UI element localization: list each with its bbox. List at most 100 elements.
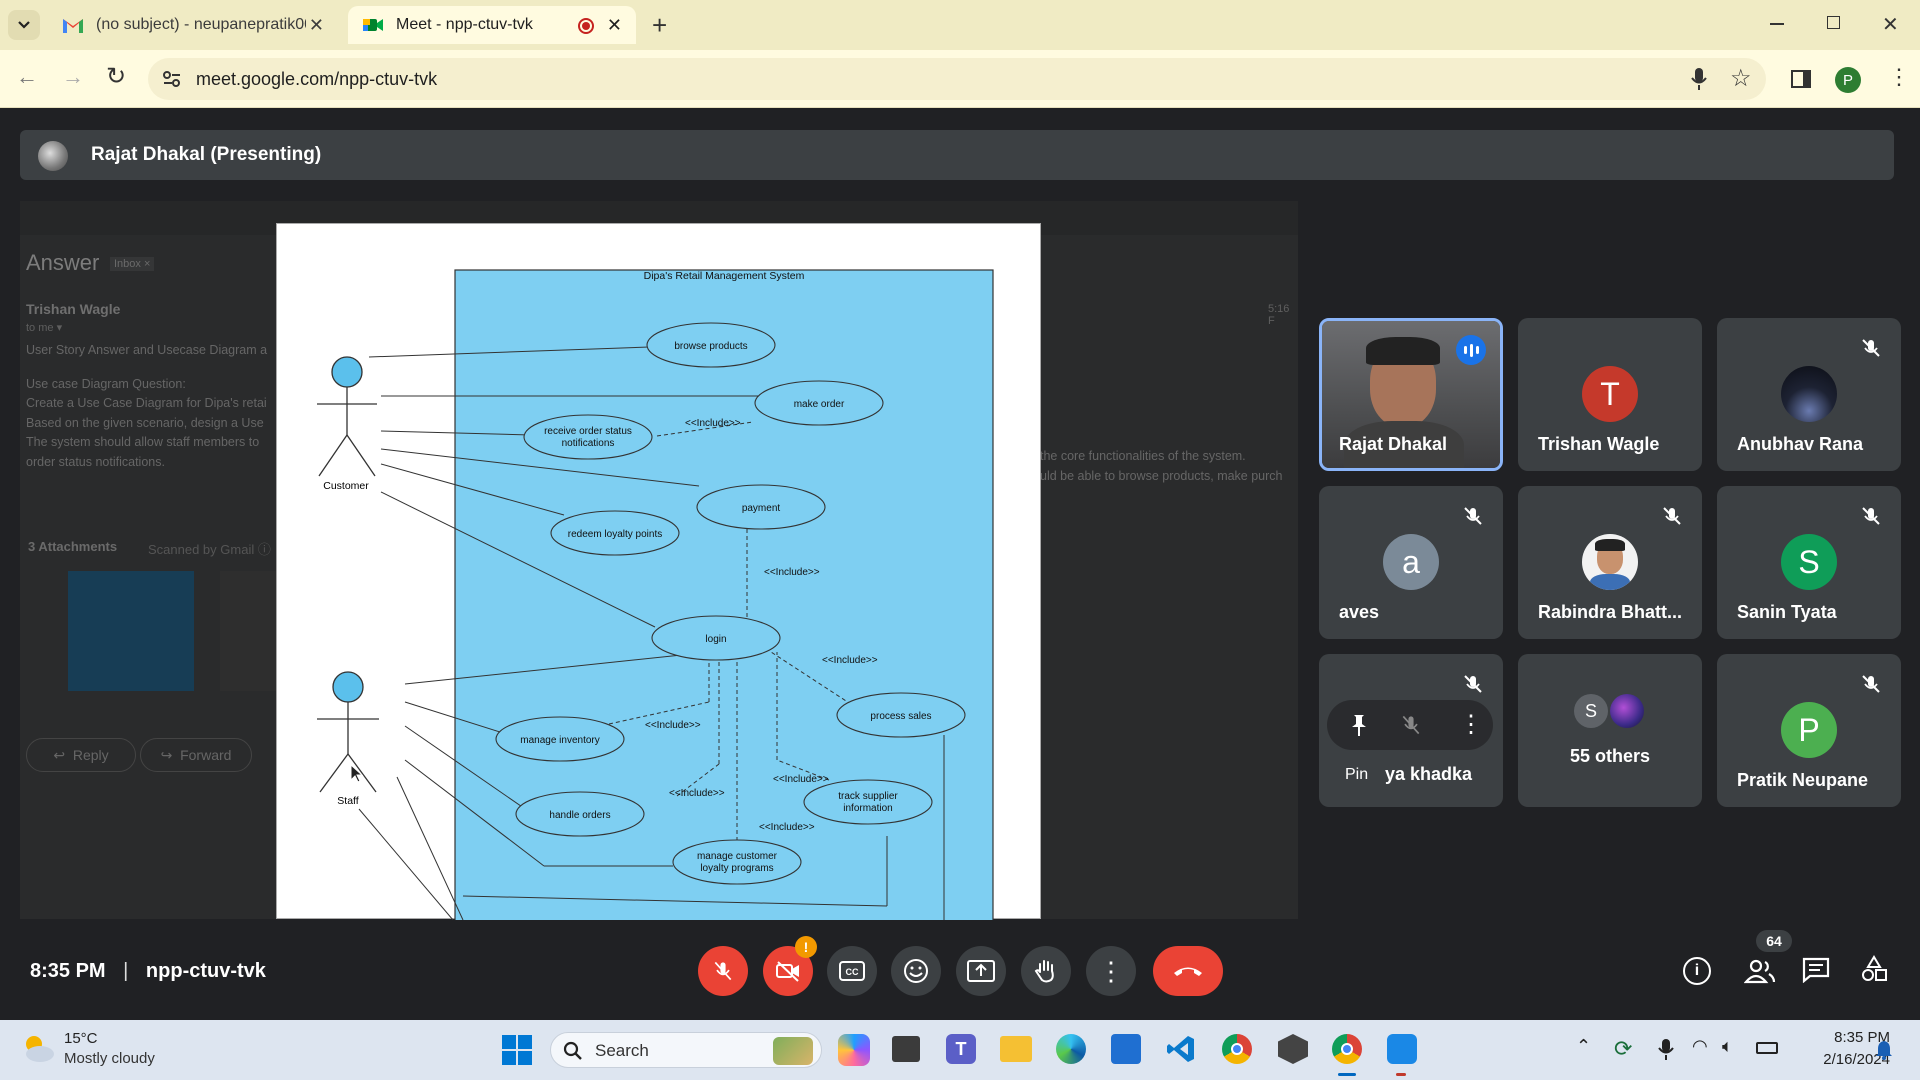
chat-button[interactable] (1802, 957, 1830, 988)
meeting-info: 8:35 PM | npp-ctuv-tvk (30, 960, 266, 983)
raise-hand-icon (1034, 960, 1054, 983)
close-icon[interactable]: ✕ (309, 15, 324, 36)
use-case-label: redeem loyalty points (568, 529, 663, 540)
wifi-icon[interactable]: ◠ (1692, 1036, 1708, 1057)
participant-tile-anubhav[interactable]: Anubhav Rana (1717, 318, 1901, 471)
chevron-down-icon (18, 21, 30, 29)
window-close-icon[interactable]: ✕ (1882, 12, 1899, 37)
tab-meet[interactable]: Meet - npp-ctuv-tvk ✕ (348, 6, 636, 44)
participant-tile-rajat[interactable]: Rajat Dhakal (1319, 318, 1503, 471)
attachment-thumbnail[interactable] (68, 571, 194, 691)
badge-text: ! (803, 939, 809, 955)
captions-button[interactable]: CC (827, 946, 877, 996)
address-bar[interactable]: meet.google.com/npp-ctuv-tvk ☆ (148, 58, 1766, 100)
include-label: <<Include>> (645, 720, 701, 731)
snipping-tool-icon[interactable] (1387, 1034, 1417, 1064)
new-tab-icon[interactable]: + (652, 10, 667, 41)
more-options-icon[interactable]: ⋮ (1459, 710, 1483, 739)
participant-tile-trishan[interactable]: T Trishan Wagle (1518, 318, 1702, 471)
back-icon[interactable]: ← (16, 64, 38, 90)
leave-call-button[interactable] (1153, 946, 1223, 996)
avatar (1582, 534, 1638, 590)
speaking-indicator-icon (1456, 335, 1486, 365)
menu-icon[interactable]: ⋮ (1888, 64, 1910, 90)
close-icon[interactable]: ✕ (607, 15, 622, 36)
participant-tile-others[interactable]: S 55 others (1518, 654, 1702, 807)
reactions-button[interactable] (891, 946, 941, 996)
battery-icon[interactable] (1756, 1042, 1778, 1054)
camera-toggle-button[interactable]: ! (763, 936, 817, 996)
mic-off-icon (1464, 507, 1482, 525)
store-icon[interactable] (1111, 1034, 1141, 1064)
minimize-icon[interactable] (1770, 23, 1784, 25)
chevron-up-icon[interactable]: ⌃ (1576, 1036, 1591, 1057)
reload-icon[interactable]: ↻ (106, 62, 126, 91)
edge-icon[interactable] (1056, 1034, 1086, 1064)
tile-hover-controls: ⋮ (1327, 700, 1493, 750)
tab-gmail[interactable]: (no subject) - neupanepratik00 ✕ (48, 6, 338, 44)
participant-tile-aves[interactable]: a aves (1319, 486, 1503, 639)
people-button[interactable] (1742, 952, 1782, 988)
browser-toolbar: ← → ↻ meet.google.com/npp-ctuv-tvk ☆ P ⋮ (0, 50, 1920, 108)
email-sender: Trishan Wagle (26, 301, 121, 317)
mic-toggle-button[interactable] (698, 946, 748, 996)
actor-label: Customer (323, 480, 369, 492)
captions-icon: CC (839, 961, 865, 981)
reply-button[interactable]: ↩ Reply (26, 738, 136, 772)
use-case-label: manage inventory (520, 735, 600, 746)
forward-button[interactable]: ↪ Forward (140, 738, 252, 772)
volume-icon[interactable]: 🔈︎ (1722, 1036, 1733, 1057)
weather-cloud-icon (26, 1036, 54, 1062)
pin-icon[interactable] (1349, 713, 1369, 737)
participant-tile-sanin[interactable]: S Sanin Tyata (1717, 486, 1901, 639)
windows-start-icon[interactable] (502, 1035, 532, 1065)
search-highlight-icon (773, 1037, 813, 1065)
emoji-icon (904, 959, 928, 983)
people-icon (1744, 959, 1776, 984)
hang-up-icon (1174, 967, 1202, 976)
participant-name: Anubhav Rana (1737, 434, 1864, 454)
use-case-label: track supplier (838, 791, 898, 802)
vscode-icon[interactable] (1166, 1034, 1196, 1064)
notification-bell-icon[interactable] (1875, 1040, 1893, 1060)
raise-hand-button[interactable] (1021, 946, 1071, 996)
copilot-icon[interactable] (838, 1034, 870, 1066)
side-panel-icon[interactable] (1791, 70, 1811, 88)
email-time: 5:16 F (1268, 303, 1290, 327)
teams-icon[interactable]: T (946, 1034, 976, 1064)
email-line: The system should allow staff members to (26, 435, 260, 449)
microphone-icon[interactable] (1690, 67, 1708, 91)
system-title: Dipa's Retail Management System (644, 270, 805, 282)
presenter-avatar (38, 141, 68, 171)
participant-tile-khadka[interactable]: ⋮ Pin ya khadka (1319, 654, 1503, 807)
restore-icon[interactable] (1827, 16, 1840, 29)
file-explorer-icon[interactable] (1000, 1036, 1032, 1062)
forward-icon[interactable]: → (62, 64, 84, 90)
mic-off-icon (1464, 675, 1482, 693)
mic-off-icon[interactable] (1399, 712, 1423, 738)
email-line: order status notifications. (26, 454, 165, 469)
activities-button[interactable] (1860, 955, 1888, 988)
participant-tile-pratik[interactable]: P Pratik Neupane (1717, 654, 1901, 807)
profile-avatar[interactable]: P (1835, 67, 1861, 93)
chrome-icon[interactable] (1222, 1034, 1252, 1064)
microphone-icon[interactable] (1658, 1038, 1674, 1062)
participant-tile-rabindra[interactable]: Rabindra Bhatt... (1518, 486, 1702, 639)
warning-badge: ! (795, 936, 817, 958)
tab-search-button[interactable] (8, 10, 40, 40)
os-taskbar: 15°C Mostly cloudy Search T ⌃ ⟳ ◠ 🔈︎ 8:3… (0, 1020, 1920, 1080)
app-icon[interactable] (1278, 1034, 1308, 1064)
taskbar-search[interactable]: Search (550, 1032, 822, 1068)
app-icon[interactable] (892, 1036, 920, 1062)
present-button[interactable] (956, 946, 1006, 996)
bookmark-star-icon[interactable]: ☆ (1730, 64, 1752, 93)
chrome-profile-icon[interactable] (1332, 1034, 1362, 1064)
actor-customer (317, 356, 377, 477)
meeting-details-icon[interactable]: i (1683, 957, 1711, 985)
avatar: S (1574, 694, 1608, 728)
more-options-button[interactable]: ⋮ (1086, 946, 1136, 996)
sync-icon[interactable]: ⟳ (1614, 1036, 1632, 1062)
participant-name: Rajat Dhakal (1339, 434, 1448, 454)
attachment-thumbnail[interactable] (220, 571, 280, 691)
camera-off-icon (776, 961, 799, 982)
